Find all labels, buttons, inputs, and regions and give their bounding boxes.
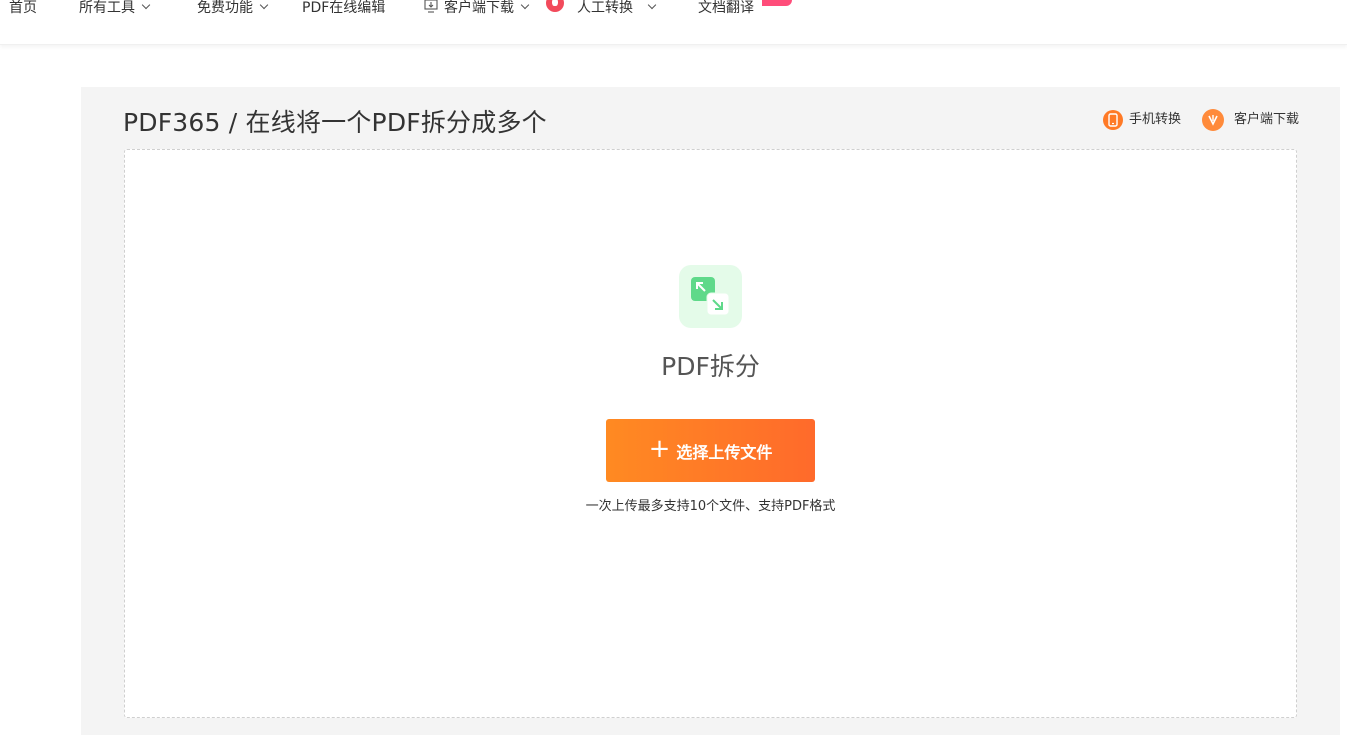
nav-pdf-edit-label: PDF在线编辑 bbox=[302, 0, 386, 16]
nav-doc-translate[interactable]: 文档翻译 bbox=[698, 0, 754, 19]
client-download-label: 客户端下载 bbox=[1234, 112, 1300, 127]
nav-free-features-label: 免费功能 bbox=[197, 0, 253, 16]
download-app-icon bbox=[1202, 109, 1224, 131]
page-title: PDF365 / 在线将一个PDF拆分成多个 bbox=[123, 108, 547, 137]
mobile-convert-link[interactable]: 手机转换 bbox=[1103, 109, 1181, 131]
chevron-down-icon bbox=[647, 0, 657, 10]
chevron-down-icon bbox=[141, 0, 151, 10]
nav-free-features[interactable]: 免费功能 bbox=[197, 0, 269, 19]
nav-manual-convert-label: 人工转换 bbox=[577, 0, 633, 16]
nav-client-download-label: 客户端下载 bbox=[444, 0, 514, 16]
nav-home[interactable]: 首页 bbox=[9, 0, 37, 19]
main-panel: PDF365 / 在线将一个PDF拆分成多个 手机转换 客户端下载 PDF拆分 … bbox=[81, 87, 1340, 735]
upload-dropzone[interactable]: PDF拆分 + 选择上传文件 一次上传最多支持10个文件、支持PDF格式 bbox=[124, 149, 1297, 718]
new-badge bbox=[762, 0, 792, 6]
nav-doc-translate-label: 文档翻译 bbox=[698, 0, 754, 16]
tool-title: PDF拆分 bbox=[661, 352, 760, 381]
upload-hint: 一次上传最多支持10个文件、支持PDF格式 bbox=[585, 499, 836, 514]
nav-home-label: 首页 bbox=[9, 0, 37, 16]
phone-icon bbox=[1103, 110, 1123, 130]
nav-all-tools[interactable]: 所有工具 bbox=[79, 0, 151, 19]
pdf-split-icon bbox=[679, 265, 742, 328]
chevron-down-icon bbox=[520, 0, 530, 10]
mobile-convert-label: 手机转换 bbox=[1129, 112, 1182, 127]
plus-icon: + bbox=[648, 433, 671, 464]
chevron-down-icon bbox=[259, 0, 269, 10]
select-upload-file-button[interactable]: + 选择上传文件 bbox=[606, 419, 815, 482]
nav-manual-convert[interactable]: 人工转换 bbox=[577, 0, 657, 19]
client-download-link[interactable]: 客户端下载 bbox=[1202, 109, 1299, 131]
nav-pdf-edit[interactable]: PDF在线编辑 bbox=[302, 0, 385, 19]
monitor-download-icon bbox=[424, 0, 438, 13]
top-navigation: 首页 所有工具 免费功能 PDF在线编辑 客户端下载 人工转换 文档翻译 bbox=[0, 0, 1347, 45]
hot-fire-icon bbox=[546, 0, 564, 12]
nav-client-download[interactable]: 客户端下载 bbox=[424, 0, 530, 19]
upload-button-label: 选择上传文件 bbox=[676, 442, 773, 462]
nav-all-tools-label: 所有工具 bbox=[79, 0, 135, 16]
